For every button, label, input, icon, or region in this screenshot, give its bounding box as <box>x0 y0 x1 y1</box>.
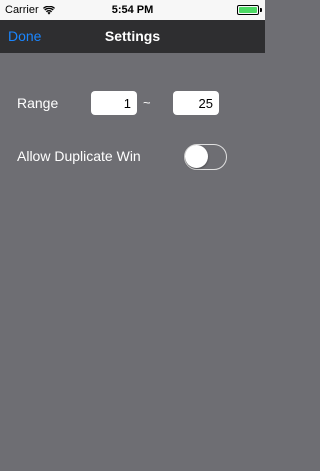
navigation-bar: Done Settings <box>0 20 265 53</box>
battery-icon <box>237 5 259 15</box>
range-label: Range <box>17 95 59 111</box>
allow-duplicate-toggle[interactable] <box>184 144 227 170</box>
battery-tip <box>260 8 262 12</box>
toggle-knob <box>185 145 208 168</box>
battery-level-fill <box>239 7 257 13</box>
allow-duplicate-label: Allow Duplicate Win <box>17 148 141 164</box>
page-title: Settings <box>104 28 161 44</box>
status-time: 5:54 PM <box>111 4 154 16</box>
range-min-input[interactable] <box>91 91 137 115</box>
range-max-input[interactable] <box>173 91 219 115</box>
status-bar: Carrier 5:54 PM <box>0 0 265 20</box>
range-separator: ~ <box>143 95 151 110</box>
